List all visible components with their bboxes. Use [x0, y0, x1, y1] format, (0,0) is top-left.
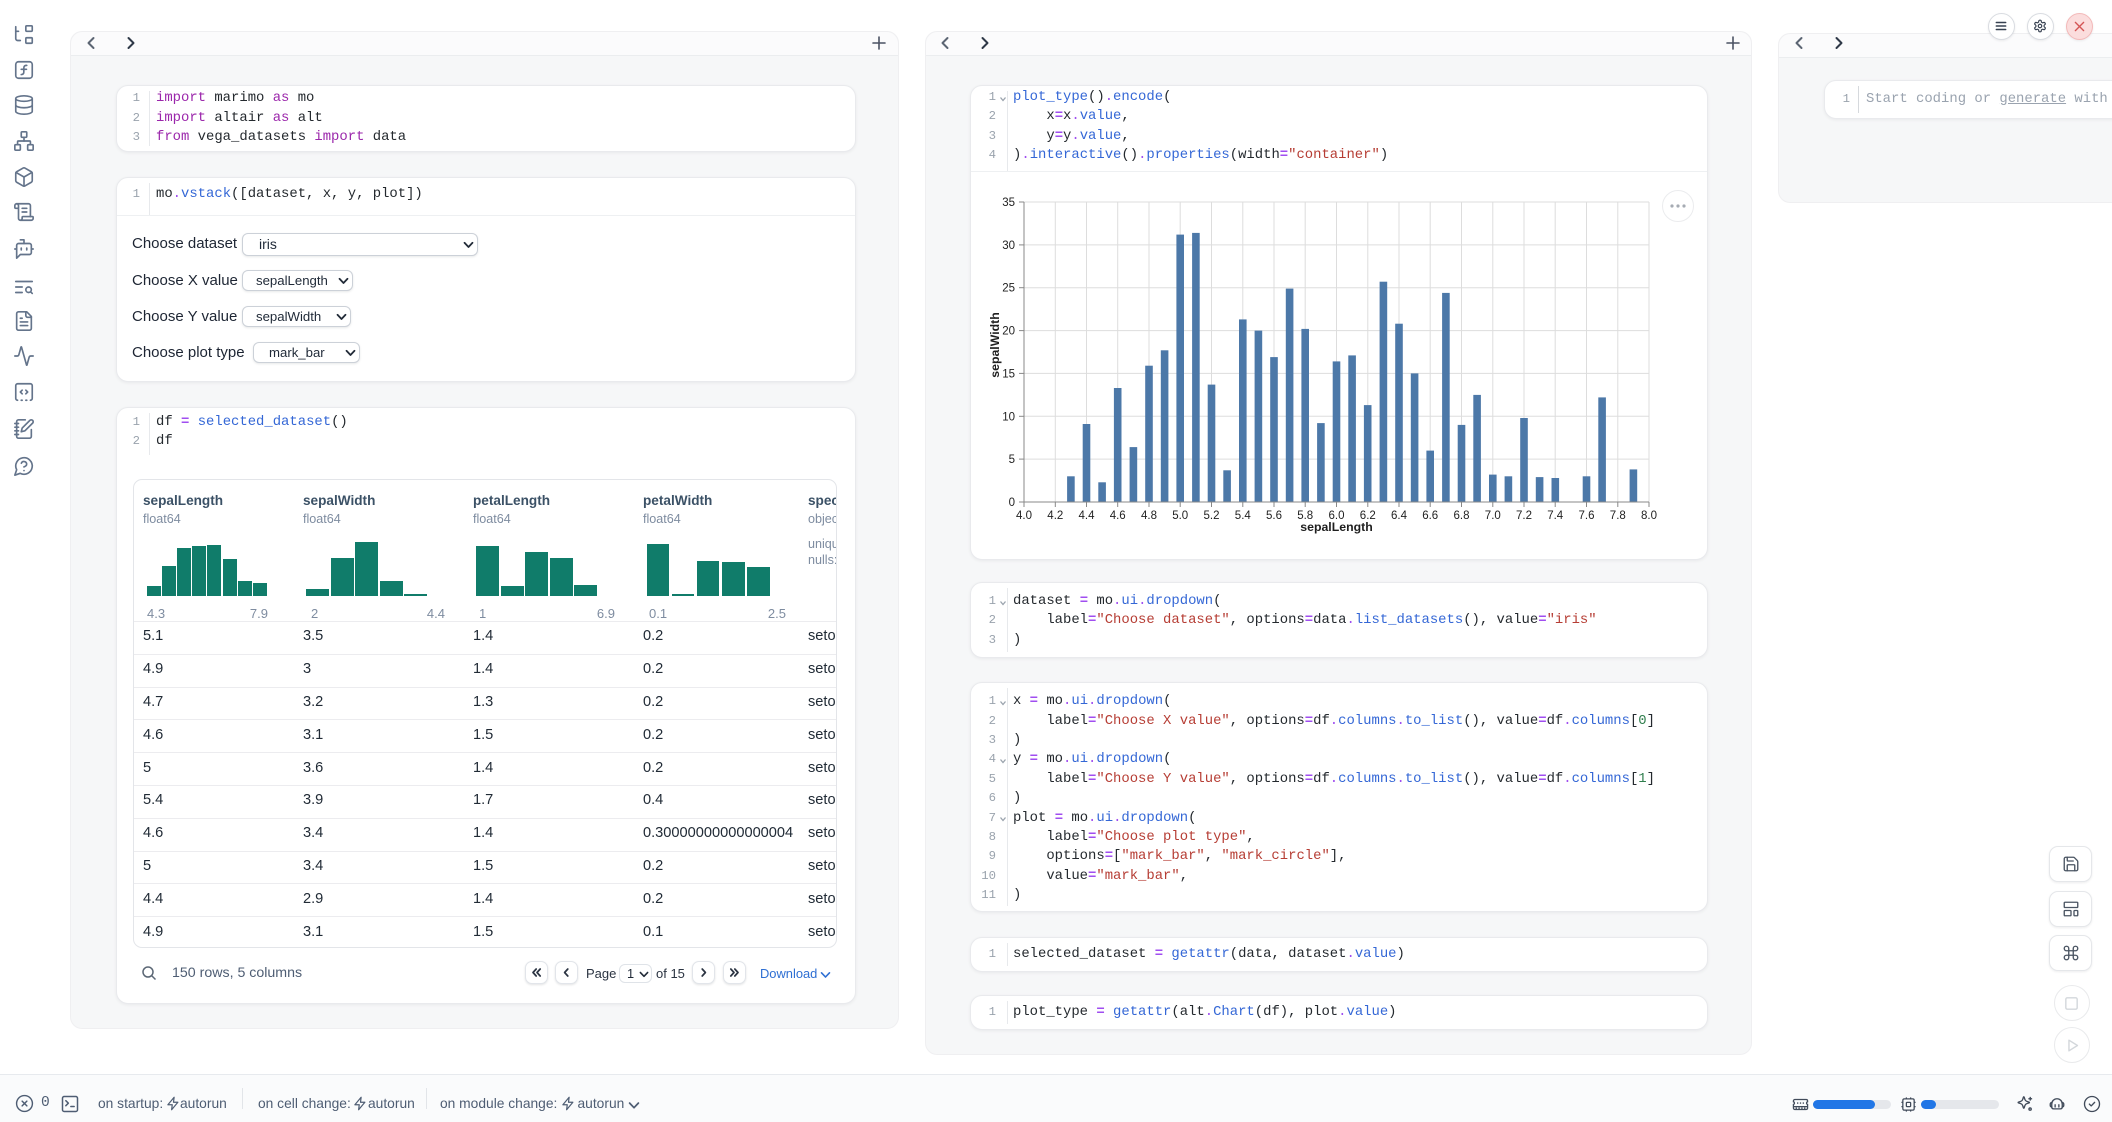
svg-text:4.2: 4.2	[1047, 510, 1063, 522]
svg-text:4.6: 4.6	[1110, 510, 1126, 522]
svg-text:5.4: 5.4	[1235, 510, 1252, 522]
svg-text:0: 0	[1009, 497, 1015, 509]
svg-text:20: 20	[1002, 326, 1015, 338]
svg-text:7.2: 7.2	[1516, 510, 1532, 522]
svg-text:5.2: 5.2	[1204, 510, 1220, 522]
svg-text:7.6: 7.6	[1579, 510, 1595, 522]
svg-text:7.8: 7.8	[1610, 510, 1626, 522]
svg-text:6.6: 6.6	[1422, 510, 1438, 522]
svg-text:4.4: 4.4	[1079, 510, 1096, 522]
svg-text:4.8: 4.8	[1141, 510, 1157, 522]
svg-text:5.6: 5.6	[1266, 510, 1282, 522]
svg-text:sepalWidth: sepalWidth	[988, 312, 1002, 377]
svg-text:sepalLength: sepalLength	[1300, 520, 1372, 534]
svg-text:10: 10	[1002, 411, 1015, 423]
svg-text:8.0: 8.0	[1641, 510, 1657, 522]
svg-text:5.0: 5.0	[1172, 510, 1188, 522]
svg-text:30: 30	[1002, 240, 1015, 252]
svg-text:15: 15	[1002, 368, 1015, 380]
svg-text:6.4: 6.4	[1391, 510, 1408, 522]
svg-text:5: 5	[1009, 454, 1015, 466]
svg-text:6.8: 6.8	[1454, 510, 1470, 522]
svg-text:7.4: 7.4	[1547, 510, 1564, 522]
svg-text:35: 35	[1002, 197, 1015, 209]
svg-text:4.0: 4.0	[1016, 510, 1032, 522]
svg-text:7.0: 7.0	[1485, 510, 1501, 522]
svg-text:25: 25	[1002, 283, 1015, 295]
